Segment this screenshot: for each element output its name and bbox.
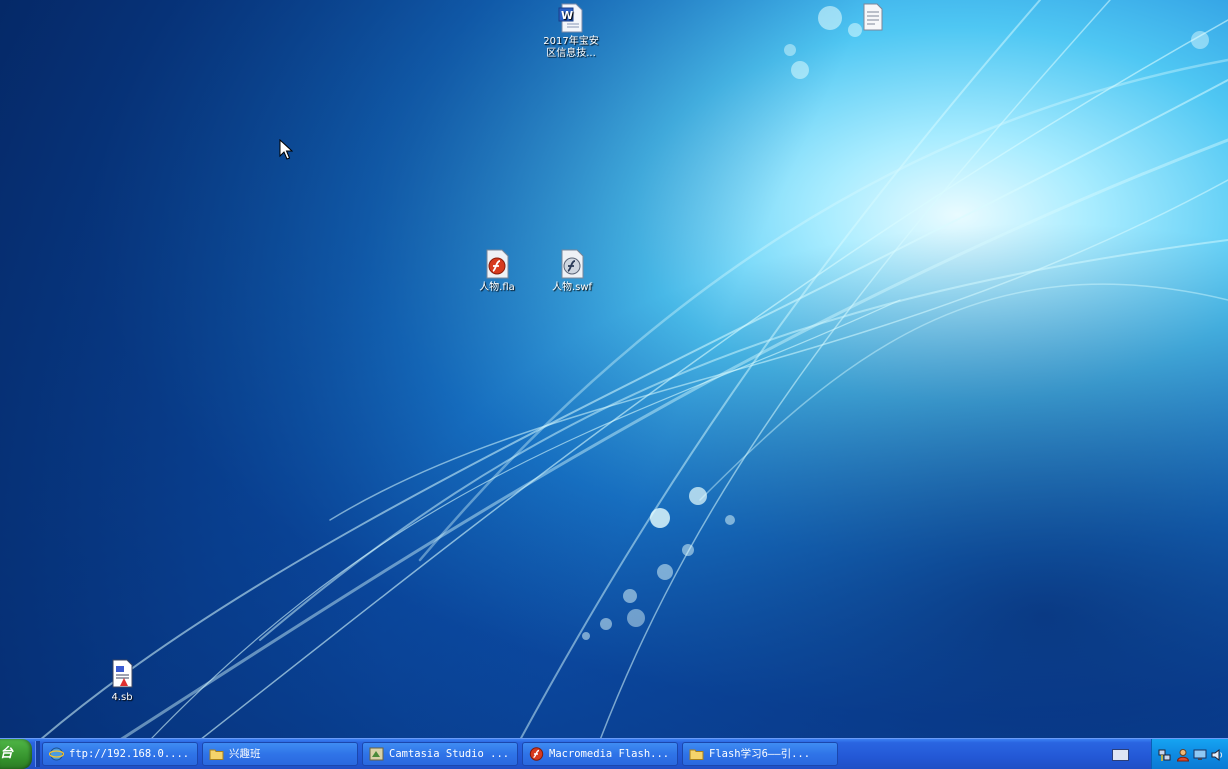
desktop-icon-word-doc[interactable]: W 2017年宝安 区信息技... [531, 2, 611, 60]
folder-icon [689, 747, 704, 761]
monitor-icon[interactable] [1193, 747, 1207, 761]
desktop-icon-text-doc[interactable] [832, 2, 912, 36]
flash-swf-icon [556, 248, 588, 280]
flash-fla-icon [481, 248, 513, 280]
taskbar-button-label: 兴趣班 [229, 748, 261, 760]
system-tray [1151, 739, 1228, 769]
volume-icon[interactable] [1210, 747, 1224, 761]
svg-text:W: W [561, 9, 573, 22]
taskbar-button-label: Camtasia Studio ... [389, 748, 510, 760]
camtasia-icon [369, 747, 384, 761]
taskbar-button-label: Flash学习6——引... [709, 748, 811, 760]
desktop-icon-sb-file[interactable]: 4.sb [82, 658, 162, 704]
keyboard-icon[interactable] [1112, 749, 1129, 761]
desktop-icon-swf-file[interactable]: 人物.swf [532, 248, 612, 294]
flash-icon [529, 747, 544, 761]
text-document-icon [856, 2, 888, 34]
desktop-icon-label: 人物.fla [479, 282, 515, 293]
start-button[interactable]: 台 [0, 739, 32, 769]
wallpaper-streaks [39, 0, 1228, 740]
ie-globe-icon [48, 747, 65, 761]
desktop-icon-label: 人物.swf [551, 282, 593, 293]
desktop-icon-fla-file[interactable]: 人物.fla [457, 248, 537, 294]
taskbar-button-label: Macromedia Flash... [549, 748, 670, 760]
scratch-file-icon [106, 658, 138, 690]
taskbar-button-camtasia[interactable]: Camtasia Studio ... [362, 742, 518, 766]
taskbar: 台 ftp://192.168.0.... 兴趣班 Camtasia Studi… [0, 738, 1228, 769]
mouse-cursor-icon [279, 139, 293, 160]
word-document-icon: W [555, 2, 587, 34]
taskbar-button-label: ftp://192.168.0.... [69, 748, 190, 760]
desktop-icon-label: 4.sb [111, 692, 133, 703]
desktop-icon-label: 2017年宝安 区信息技... [543, 36, 599, 59]
taskbar-button-ftp[interactable]: ftp://192.168.0.... [42, 742, 198, 766]
network-icon[interactable] [1158, 747, 1172, 761]
user-icon[interactable] [1176, 747, 1190, 762]
taskbar-separator [35, 741, 40, 767]
taskbar-button-folder-xingquban[interactable]: 兴趣班 [202, 742, 358, 766]
taskbar-button-flash-lesson-folder[interactable]: Flash学习6——引... [682, 742, 838, 766]
taskbar-button-macromedia-flash[interactable]: Macromedia Flash... [522, 742, 678, 766]
folder-icon [209, 747, 224, 761]
